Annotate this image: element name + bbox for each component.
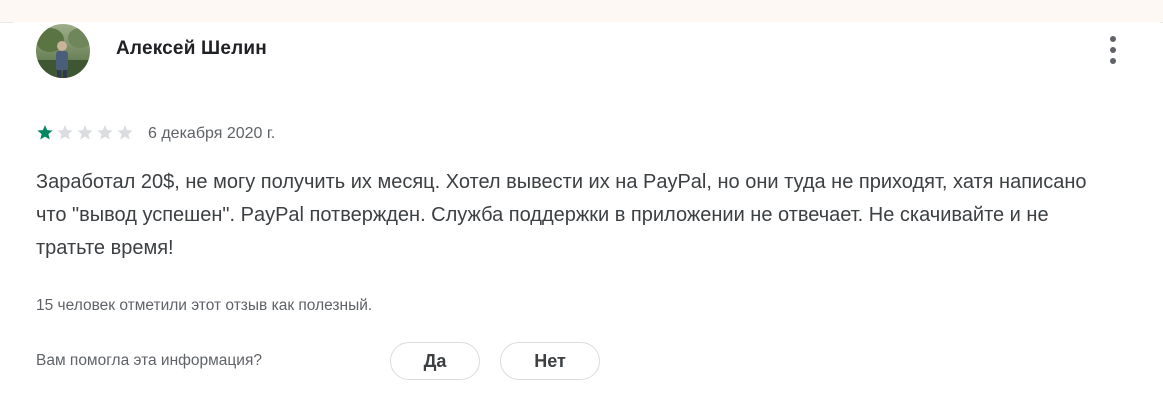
helpful-question: Вам помогла эта информация? bbox=[36, 352, 262, 369]
more-options-icon[interactable] bbox=[1100, 32, 1126, 68]
top-strip bbox=[0, 0, 1163, 23]
star-icon bbox=[77, 125, 93, 140]
author-name: Алексей Шелин bbox=[116, 38, 267, 59]
star-rating bbox=[36, 124, 140, 142]
star-icon bbox=[117, 125, 133, 140]
star-icon bbox=[97, 125, 113, 140]
yes-button[interactable]: Да bbox=[390, 342, 480, 380]
review-text: Заработал 20$, не могу получить их месяц… bbox=[36, 171, 1087, 259]
review-date: 6 декабря 2020 г. bbox=[148, 125, 276, 142]
helpful-count: 15 человек отметили этот отзыв как полез… bbox=[36, 297, 373, 314]
star-icon bbox=[57, 125, 73, 140]
avatar bbox=[36, 24, 90, 78]
star-icon bbox=[37, 125, 53, 140]
no-button[interactable]: Нет bbox=[500, 342, 600, 380]
